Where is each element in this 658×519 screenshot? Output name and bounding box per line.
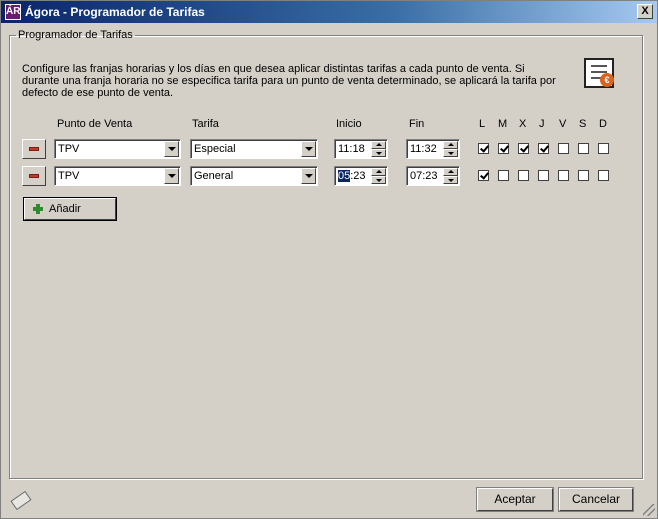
add-row-button[interactable]: Añadir — [24, 198, 116, 220]
fin-value: 11:32 — [410, 143, 437, 155]
minus-icon — [29, 174, 39, 178]
day-checkbox-l[interactable] — [478, 170, 489, 181]
day-checkbox-j[interactable] — [538, 143, 549, 154]
spin-up-icon[interactable] — [371, 168, 386, 176]
plus-icon — [33, 204, 43, 214]
title-bar[interactable]: ÁR Ágora - Programador de Tarifas X — [1, 1, 657, 23]
tarifa-value: Especial — [194, 143, 236, 155]
description-text: Configure las franjas horarias y los día… — [22, 63, 556, 99]
day-checkbox-j[interactable] — [538, 170, 549, 181]
day-checkbox-s[interactable] — [578, 170, 589, 181]
header-day-s: S — [579, 118, 587, 130]
fin-time-spinner[interactable]: 11:32 — [406, 139, 460, 159]
group-legend: Programador de Tarifas — [18, 29, 133, 41]
inicio-time-spinner[interactable]: 11:18 — [334, 139, 388, 159]
header-day-m: M — [498, 118, 508, 130]
spin-down-icon[interactable] — [371, 149, 386, 157]
cancel-button[interactable]: Cancelar — [559, 488, 633, 511]
euro-coin-icon: € — [600, 73, 614, 87]
remove-row-button[interactable] — [22, 166, 46, 186]
header-day-x: X — [519, 118, 527, 130]
resize-grip-icon[interactable] — [643, 504, 655, 516]
day-checkbox-x[interactable] — [518, 170, 529, 181]
tarifa-value: General — [194, 170, 234, 182]
day-checkbox-d[interactable] — [598, 143, 609, 154]
app-logo-icon: ÁR — [5, 4, 21, 20]
eraser-icon[interactable] — [9, 491, 31, 509]
scheduler-group: Programador de Tarifas Configure las fra… — [9, 29, 643, 479]
minus-icon — [29, 147, 39, 151]
punto-venta-select[interactable]: TPV — [54, 166, 181, 186]
header-tarifa: Tarifa — [192, 118, 219, 130]
header-fin: Fin — [409, 118, 425, 130]
day-checkbox-v[interactable] — [558, 143, 569, 154]
tariff-scheduler-window: ÁR Ágora - Programador de Tarifas X Prog… — [0, 0, 658, 519]
spin-up-icon[interactable] — [371, 141, 386, 149]
chevron-down-icon[interactable] — [164, 168, 179, 184]
header-day-j: J — [539, 118, 545, 130]
tariff-document-icon: € — [584, 58, 614, 88]
spin-down-icon[interactable] — [443, 149, 458, 157]
header-day-d: D — [599, 118, 607, 130]
punto-venta-value: TPV — [58, 170, 80, 182]
spin-up-icon[interactable] — [443, 141, 458, 149]
spin-up-icon[interactable] — [443, 168, 458, 176]
day-checkbox-v[interactable] — [558, 170, 569, 181]
chevron-down-icon[interactable] — [164, 141, 179, 157]
header-inicio: Inicio — [336, 118, 362, 130]
punto-venta-select[interactable]: TPV — [54, 139, 181, 159]
punto-venta-value: TPV — [58, 143, 80, 155]
remove-row-button[interactable] — [22, 139, 46, 159]
add-row-label: Añadir — [49, 203, 81, 215]
inicio-value: 11:18 — [338, 143, 365, 155]
schedule-row: TPV General 05:23 07:23 — [10, 165, 644, 187]
tarifa-select[interactable]: General — [190, 166, 318, 186]
inicio-value: 05:23 — [338, 170, 366, 182]
day-checkbox-x[interactable] — [518, 143, 529, 154]
spin-down-icon[interactable] — [371, 176, 386, 184]
schedule-row: TPV Especial 11:18 11:32 — [10, 138, 644, 160]
header-day-l: L — [479, 118, 486, 130]
day-checkbox-s[interactable] — [578, 143, 589, 154]
header-punto-venta: Punto de Venta — [57, 118, 133, 130]
fin-value: 07:23 — [410, 170, 438, 182]
close-icon: X — [641, 5, 649, 17]
close-button[interactable]: X — [637, 4, 653, 19]
chevron-down-icon[interactable] — [301, 168, 316, 184]
spin-down-icon[interactable] — [443, 176, 458, 184]
day-checkbox-l[interactable] — [478, 143, 489, 154]
fin-time-spinner[interactable]: 07:23 — [406, 166, 460, 186]
window-title: Ágora - Programador de Tarifas — [25, 5, 205, 19]
header-day-v: V — [559, 118, 567, 130]
accept-button[interactable]: Aceptar — [477, 488, 553, 511]
chevron-down-icon[interactable] — [301, 141, 316, 157]
day-checkbox-m[interactable] — [498, 170, 509, 181]
inicio-time-spinner[interactable]: 05:23 — [334, 166, 388, 186]
day-checkbox-d[interactable] — [598, 170, 609, 181]
day-checkbox-m[interactable] — [498, 143, 509, 154]
tarifa-select[interactable]: Especial — [190, 139, 318, 159]
